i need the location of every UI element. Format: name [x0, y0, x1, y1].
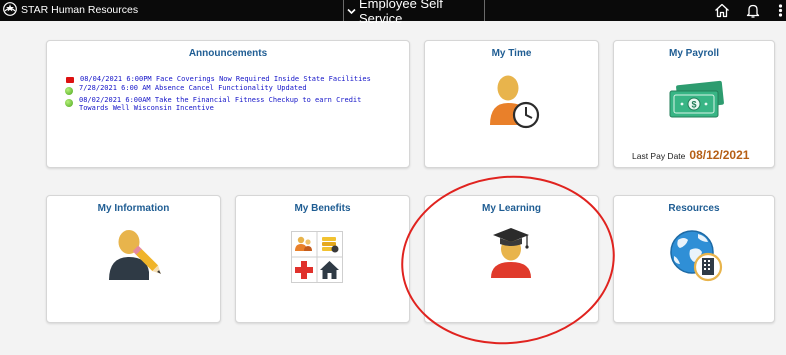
bell-icon[interactable]	[743, 1, 763, 20]
tile-title-my-benefits: My Benefits	[294, 203, 351, 214]
tile-my-time[interactable]: My Time	[424, 40, 599, 168]
last-pay-date-label: Last Pay Date	[632, 151, 686, 161]
vertical-dots-icon[interactable]	[774, 1, 786, 20]
tile-title-announcements: Announcements	[188, 48, 268, 59]
person-clock-icon	[490, 75, 540, 129]
tile-title-my-information: My Information	[97, 203, 170, 214]
annotation-circle	[392, 165, 624, 355]
announcement-link[interactable]: 7/28/2021 6:00 AM Absence Cancel Functio…	[79, 84, 307, 92]
tile-title-my-time: My Time	[491, 48, 532, 59]
money-icon: $	[669, 80, 724, 118]
tile-my-payroll[interactable]: My Payroll $ Last Pay Date 08/12/2021	[613, 40, 775, 168]
announcement-item: 08/04/2021 6:00PM Face Coverings Now Req…	[65, 75, 395, 83]
announcements-list: 08/04/2021 6:00PM Face Coverings Now Req…	[65, 75, 395, 113]
chevron-down-icon	[347, 3, 356, 18]
green-bullet-icon	[65, 87, 73, 95]
last-pay-date-row: Last Pay Date 08/12/2021	[632, 148, 749, 162]
tile-resources[interactable]: Resources	[613, 195, 775, 323]
person-pencil-icon	[109, 230, 161, 280]
tile-my-benefits[interactable]: My Benefits	[235, 195, 410, 323]
homepage-selector-label: Employee Self Service	[359, 0, 443, 26]
announcement-item: 08/02/2021 6:00AM Take the Financial Fit…	[65, 96, 395, 112]
star-logo-icon	[3, 1, 17, 19]
green-bullet-icon	[65, 99, 73, 107]
tile-announcements[interactable]: Announcements 08/04/2021 6:00PM Face Cov…	[46, 40, 410, 168]
globe-building-icon	[670, 230, 723, 282]
announcement-item: 7/28/2021 6:00 AM Absence Cancel Functio…	[65, 84, 395, 95]
announcement-link[interactable]: 08/02/2021 6:00AM Take the Financial Fit…	[79, 96, 395, 112]
svg-text:$: $	[691, 100, 696, 110]
tile-title-resources: Resources	[668, 203, 720, 214]
app-title: STAR Human Resources	[21, 4, 139, 16]
top-header-bar: STAR Human Resources Employee Self Servi…	[0, 0, 786, 26]
announcement-link[interactable]: 08/04/2021 6:00PM Face Coverings Now Req…	[80, 75, 371, 83]
last-pay-date-value: 08/12/2021	[689, 148, 750, 162]
home-icon[interactable]	[712, 1, 732, 20]
tile-title-my-payroll: My Payroll	[668, 48, 720, 59]
red-bullet-icon	[66, 77, 74, 83]
tile-my-information[interactable]: My Information	[46, 195, 221, 323]
app-brand[interactable]: STAR Human Resources	[3, 1, 139, 19]
benefits-grid-icon	[291, 231, 343, 283]
homepage-selector[interactable]: Employee Self Service	[343, 0, 485, 26]
